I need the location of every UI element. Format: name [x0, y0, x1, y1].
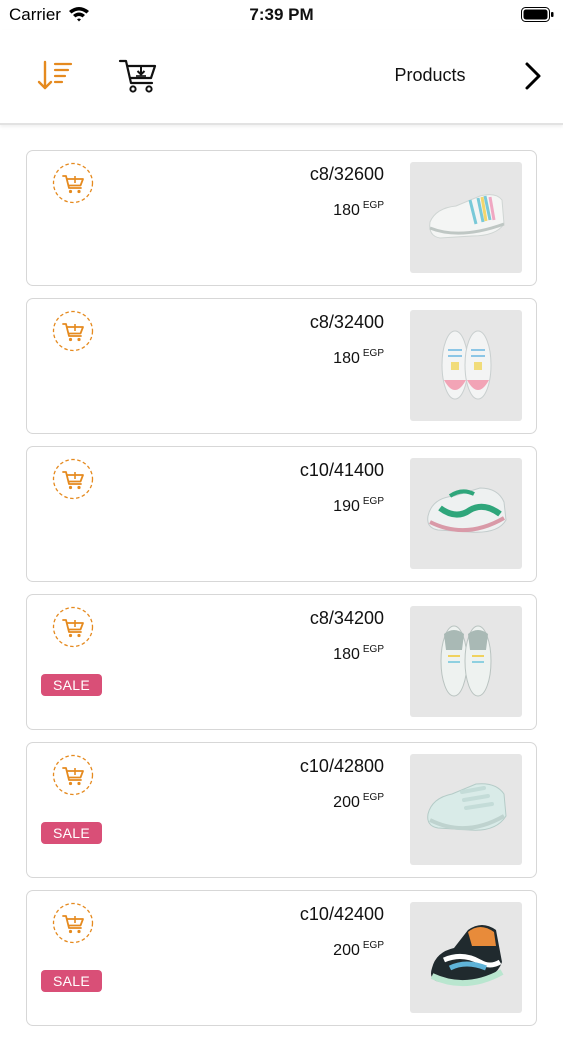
currency-label: EGP [362, 496, 384, 507]
price-value: 180 [333, 646, 360, 663]
product-card[interactable]: c10/42800 200 EGP SALE [26, 742, 537, 878]
clock: 7:39 PM [249, 5, 314, 24]
sort-descending-icon[interactable] [37, 58, 73, 94]
product-code: c10/42400 [299, 904, 384, 924]
price-value: 200 [333, 942, 360, 959]
product-image[interactable] [410, 902, 522, 1013]
product-image[interactable] [410, 162, 522, 273]
add-to-cart-icon[interactable] [52, 754, 94, 796]
product-price: 180 EGP [333, 348, 384, 368]
product-price: 180 EGP [333, 200, 384, 220]
product-card[interactable]: c10/41400 190 EGP [26, 446, 537, 582]
add-to-cart-icon[interactable] [52, 310, 94, 352]
price-value: 190 [333, 498, 360, 515]
status-bar: Carrier 7:39 PM [0, 0, 563, 30]
currency-label: EGP [362, 940, 384, 951]
product-list: c8/32600 180 EGP c8/32400 180 EGP c10/41… [26, 150, 537, 1038]
currency-label: EGP [362, 348, 384, 359]
product-code: c8/32400 [309, 312, 384, 332]
product-code: c10/42800 [299, 756, 384, 776]
product-image[interactable] [410, 310, 522, 421]
product-code: c8/32600 [309, 164, 384, 184]
price-value: 180 [333, 202, 360, 219]
sale-badge: SALE [41, 674, 102, 696]
product-image[interactable] [410, 606, 522, 717]
currency-label: EGP [362, 200, 384, 211]
product-price: 200 EGP [333, 792, 384, 812]
nav-header: Products [0, 30, 563, 125]
product-card[interactable]: c8/34200 180 EGP SALE [26, 594, 537, 730]
product-card[interactable]: c8/32400 180 EGP [26, 298, 537, 434]
product-image[interactable] [410, 458, 522, 569]
add-to-cart-icon[interactable] [52, 606, 94, 648]
sale-badge: SALE [41, 822, 102, 844]
product-card[interactable]: c8/32600 180 EGP [26, 150, 537, 286]
currency-label: EGP [362, 792, 384, 803]
add-to-cart-icon[interactable] [52, 902, 94, 944]
add-to-cart-icon[interactable] [52, 458, 94, 500]
sale-badge: SALE [41, 970, 102, 992]
product-price: 180 EGP [333, 644, 384, 664]
product-code: c10/41400 [299, 460, 384, 480]
product-price: 200 EGP [333, 940, 384, 960]
product-image[interactable] [410, 754, 522, 865]
cart-download-icon[interactable] [118, 55, 158, 95]
price-value: 180 [333, 350, 360, 367]
chevron-right-icon[interactable] [519, 60, 547, 92]
page-title: Products [394, 65, 466, 85]
add-to-cart-icon[interactable] [52, 162, 94, 204]
battery-icon [521, 7, 554, 22]
product-card[interactable]: c10/42400 200 EGP SALE [26, 890, 537, 1026]
product-code: c8/34200 [309, 608, 384, 628]
product-price: 190 EGP [333, 496, 384, 516]
price-value: 200 [333, 794, 360, 811]
currency-label: EGP [362, 644, 384, 655]
